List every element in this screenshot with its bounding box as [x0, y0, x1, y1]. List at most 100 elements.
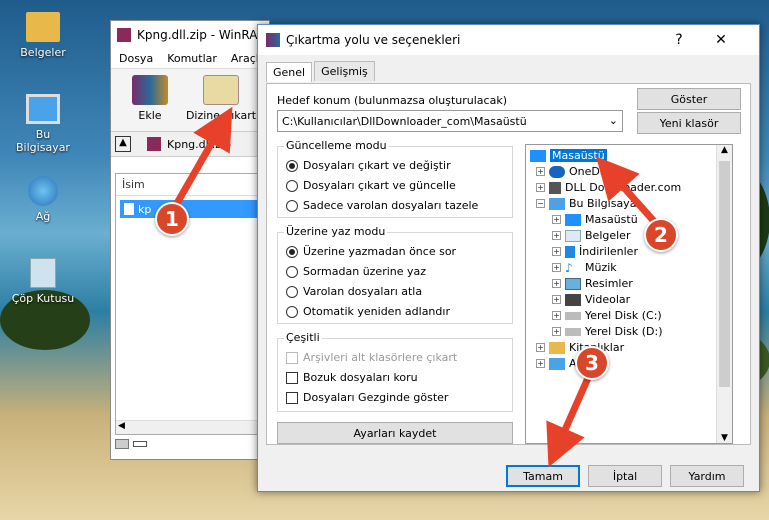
up-folder-icon[interactable]: ▲: [115, 136, 131, 152]
scrollbar-thumb[interactable]: [719, 161, 730, 387]
hard-drive-icon: [565, 327, 581, 336]
desktop-icon-label: Çöp Kutusu: [11, 292, 75, 305]
download-arrow-icon: [565, 245, 575, 258]
tab-panel: Hedef konum (bulunmazsa oluşturulacak) C…: [266, 83, 751, 445]
expand-icon[interactable]: +: [552, 311, 561, 320]
tree-node-pc-desktop[interactable]: + Masaüstü: [552, 213, 638, 226]
expand-icon[interactable]: +: [552, 327, 561, 336]
archive-path: Kpng.dll.zip: [167, 137, 232, 151]
hard-drive-icon: [565, 311, 581, 320]
help-question-button[interactable]: ?: [659, 25, 699, 55]
radio-overwrite-without-prompt[interactable]: Sormadan üzerine yaz: [286, 265, 426, 278]
tree-node-disk-d[interactable]: + Yerel Disk (D:): [552, 325, 663, 338]
tree-node-desktop[interactable]: Masaüstü: [530, 149, 607, 162]
collapse-icon[interactable]: −: [536, 199, 545, 208]
expand-icon[interactable]: +: [552, 215, 561, 224]
tree-node-this-pc[interactable]: − Bu Bilgisayar: [536, 197, 641, 210]
cancel-button[interactable]: İptal: [588, 465, 662, 487]
key-icon: [133, 441, 147, 447]
radio-button[interactable]: [286, 199, 298, 212]
menu-file[interactable]: Dosya: [119, 52, 153, 65]
desktop-icon-this-pc[interactable]: Bu Bilgisayar: [8, 94, 78, 154]
radio-button[interactable]: [286, 305, 298, 318]
archive-books-icon: [132, 75, 168, 105]
expand-icon[interactable]: +: [536, 183, 545, 192]
step-callout-3: 3: [575, 346, 609, 380]
menu-commands[interactable]: Komutlar: [167, 52, 217, 65]
expand-icon[interactable]: +: [536, 167, 545, 176]
expand-icon[interactable]: +: [536, 343, 545, 352]
show-button[interactable]: Göster: [637, 88, 741, 110]
list-item[interactable]: kp: [120, 200, 260, 218]
help-button[interactable]: Yardım: [670, 465, 744, 487]
checkbox[interactable]: [286, 391, 298, 404]
tree-node-onedrive[interactable]: + OneDrive: [536, 165, 621, 178]
desktop-folder-icon: [565, 213, 581, 226]
expand-icon[interactable]: +: [536, 359, 545, 368]
file-icon: [124, 203, 134, 215]
save-settings-button[interactable]: Ayarları kaydet: [277, 422, 513, 444]
radio-freshen-existing[interactable]: Sadece varolan dosyaları tazele: [286, 199, 478, 212]
extract-to-button[interactable]: Dizine Çıkart: [185, 75, 257, 131]
tab-strip: Genel Gelişmiş: [266, 61, 377, 82]
scroll-up-icon[interactable]: ▲: [717, 145, 732, 155]
horizontal-scrollbar[interactable]: ◀: [116, 420, 264, 434]
radio-button[interactable]: [286, 285, 298, 298]
tree-node-pictures[interactable]: + Resimler: [552, 277, 633, 290]
new-folder-button[interactable]: Yeni klasör: [637, 112, 741, 134]
close-icon[interactable]: ✕: [701, 25, 741, 55]
ok-button[interactable]: Tamam: [506, 465, 580, 487]
folder-tree[interactable]: Masaüstü + OneDrive + DLL Downloader.com −…: [525, 144, 733, 444]
expand-icon[interactable]: +: [552, 263, 561, 272]
expand-icon[interactable]: +: [552, 231, 561, 240]
tree-node-label: Yerel Disk (D:): [585, 325, 663, 338]
radio-button[interactable]: [286, 265, 298, 278]
tree-node-dlldownloader[interactable]: + DLL Downloader.com: [536, 181, 681, 194]
documents-icon: [565, 229, 581, 242]
checkbox-show-in-explorer[interactable]: Dosyaları Gezginde göster: [286, 391, 448, 404]
tree-node-videos[interactable]: + Videolar: [552, 293, 630, 306]
radio-skip-existing[interactable]: Varolan dosyaları atla: [286, 285, 422, 298]
radio-button[interactable]: [286, 245, 298, 258]
radio-ask-before-overwrite[interactable]: Üzerine yazmadan önce sor: [286, 245, 456, 258]
radio-rename-automatically[interactable]: Otomatik yeniden adlandır: [286, 305, 450, 318]
winrar-titlebar[interactable]: Kpng.dll.zip - WinRAR: [111, 21, 269, 49]
file-name: kp: [138, 202, 152, 216]
option-label: Dosyaları çıkart ve değiştir: [303, 159, 451, 172]
add-label: Ekle: [138, 109, 162, 122]
expand-icon[interactable]: +: [552, 295, 561, 304]
tab-advanced[interactable]: Gelişmiş: [314, 61, 375, 81]
tree-node-disk-c[interactable]: + Yerel Disk (C:): [552, 309, 662, 322]
desktop-icon-network[interactable]: Ağ: [8, 176, 78, 223]
checkbox-keep-broken-files[interactable]: Bozuk dosyaları koru: [286, 371, 418, 384]
tree-vertical-scrollbar[interactable]: ▲ ▼: [716, 145, 732, 443]
desktop-folder-icon: [530, 149, 546, 162]
music-note-icon: ♪: [565, 260, 573, 275]
desktop-icon-recycle-bin[interactable]: Çöp Kutusu: [8, 258, 78, 305]
radio-extract-update[interactable]: Dosyaları çıkart ve güncelle: [286, 179, 456, 192]
tab-general[interactable]: Genel: [266, 62, 313, 82]
destination-path-combo[interactable]: C:\Kullanıcılar\DllDownloader_com\Masaüs…: [277, 110, 623, 132]
radio-button[interactable]: [286, 179, 298, 192]
computer-icon: [26, 94, 60, 124]
expand-icon[interactable]: +: [552, 279, 561, 288]
column-name-header[interactable]: İsim: [116, 174, 264, 196]
checkbox[interactable]: [286, 371, 298, 384]
desktop-icon-documents[interactable]: Belgeler: [8, 12, 78, 59]
user-icon: [549, 181, 561, 194]
radio-button[interactable]: [286, 159, 298, 172]
scroll-down-icon[interactable]: ▼: [717, 433, 732, 443]
status-bar: [115, 439, 147, 455]
chevron-down-icon[interactable]: ⌄: [609, 114, 618, 127]
winrar-logo-icon: [266, 33, 280, 47]
tree-node-documents[interactable]: + Belgeler: [552, 229, 630, 242]
tree-node-downloads[interactable]: + İndirilenler: [552, 245, 638, 258]
option-label: Bozuk dosyaları koru: [303, 371, 418, 384]
radio-extract-replace[interactable]: Dosyaları çıkart ve değiştir: [286, 159, 451, 172]
tree-node-music[interactable]: + ♪ Müzik: [552, 261, 617, 274]
add-button[interactable]: Ekle: [121, 75, 179, 131]
globe-icon: [28, 176, 58, 206]
option-label: Dosyaları çıkart ve güncelle: [303, 179, 456, 192]
expand-icon[interactable]: +: [552, 247, 561, 256]
tree-node-label: DLL Downloader.com: [565, 181, 682, 194]
